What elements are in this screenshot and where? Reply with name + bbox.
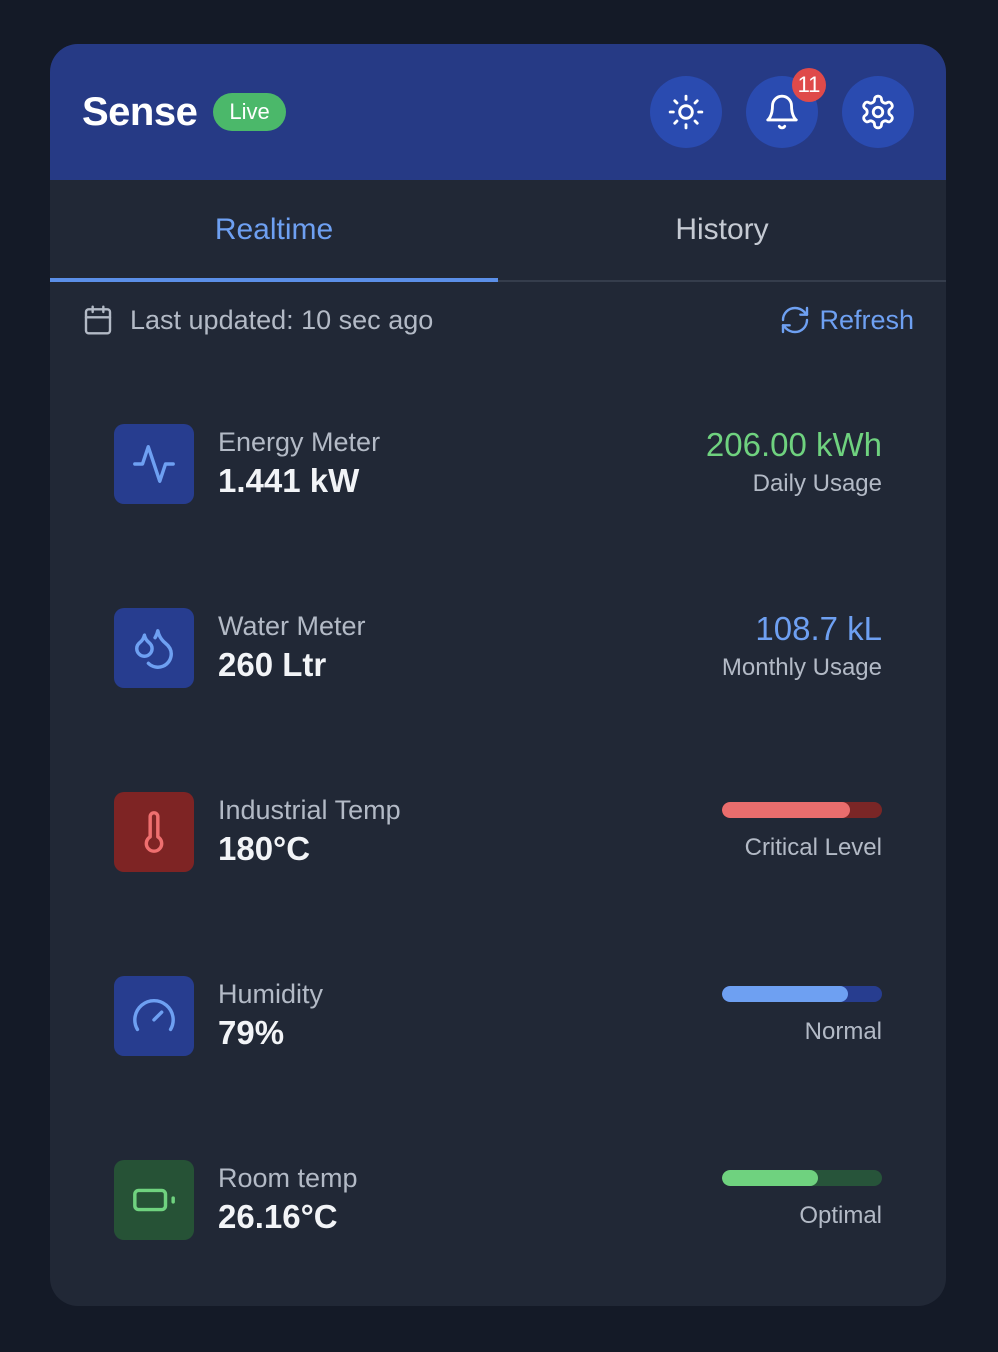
tab-bar: Realtime History (50, 180, 946, 282)
sensor-icon-tile (114, 976, 194, 1056)
status-row: Last updated: 10 sec ago Refresh (50, 282, 946, 358)
usage-value: 108.7 kL (755, 610, 882, 647)
refresh-icon (782, 306, 809, 334)
usage-label: Daily Usage (752, 470, 882, 497)
level-bar (722, 1170, 882, 1186)
sensor-icon-tile (114, 424, 194, 504)
sensor-name: Industrial Temp (218, 795, 401, 825)
level-label: Normal (804, 1018, 882, 1045)
level-fill (722, 1170, 818, 1186)
settings-button[interactable] (842, 76, 914, 148)
header: Sense Live 11 (50, 44, 946, 180)
sensor-room-temp[interactable]: Room temp 26.16°C Optimal (114, 1160, 882, 1240)
level-fill (722, 986, 849, 1002)
refresh-label: Refresh (819, 304, 914, 335)
level-label: Optimal (799, 1202, 882, 1229)
sensor-industrial-temp[interactable]: Industrial Temp 180°C Critical Level (114, 792, 882, 872)
notifications-button[interactable]: 11 (746, 68, 826, 148)
sensor-value: 79% (218, 1014, 285, 1051)
sun-icon (668, 94, 704, 130)
bell-icon (766, 94, 798, 130)
level-label: Critical Level (744, 834, 882, 861)
level-bar (722, 986, 882, 1002)
last-updated: Last updated: 10 sec ago (82, 304, 433, 336)
sensor-value: 1.441 kW (218, 462, 360, 499)
sensor-name: Humidity (218, 979, 324, 1009)
sensor-icon-tile (114, 608, 194, 688)
sensor-value: 260 Ltr (218, 646, 327, 683)
droplets-icon (135, 629, 173, 669)
sense-dashboard-card: Sense Live 11 Realtime History Last upda… (50, 44, 946, 1306)
last-updated-text: Last updated: 10 sec ago (130, 304, 434, 335)
sensor-humidity[interactable]: Humidity 79% Normal (114, 976, 882, 1056)
thermometer-icon (144, 811, 164, 853)
tab-history[interactable]: History (498, 180, 946, 280)
usage-value: 206.00 kWh (705, 426, 882, 463)
sensor-value: 26.16°C (218, 1198, 338, 1235)
activity-icon (133, 445, 175, 483)
level-fill (722, 802, 850, 818)
sensor-value: 180°C (218, 830, 311, 867)
refresh-button[interactable]: Refresh (779, 304, 914, 336)
theme-toggle-button[interactable] (650, 76, 722, 148)
sensor-name: Room temp (218, 1163, 358, 1193)
usage-label: Monthly Usage (721, 654, 882, 681)
header-actions: 11 (650, 68, 914, 148)
calendar-icon (84, 305, 112, 335)
sensor-energy-meter[interactable]: Energy Meter 1.441 kW 206.00 kWh Daily U… (114, 424, 882, 504)
sensor-name: Water Meter (218, 611, 366, 641)
sensor-water-meter[interactable]: Water Meter 260 Ltr 108.7 kL Monthly Usa… (114, 608, 882, 688)
live-badge: Live (213, 93, 286, 131)
sensor-name: Energy Meter (218, 427, 381, 457)
tab-realtime[interactable]: Realtime (50, 180, 498, 282)
brand-title: Sense (82, 89, 198, 134)
sensor-icon-tile (114, 1160, 194, 1240)
notification-count-badge: 11 (792, 68, 826, 102)
sensor-icon-tile (114, 792, 194, 872)
gear-icon (862, 94, 894, 130)
level-bar (722, 802, 882, 818)
gauge-icon (133, 999, 175, 1032)
battery-icon (133, 1188, 175, 1212)
